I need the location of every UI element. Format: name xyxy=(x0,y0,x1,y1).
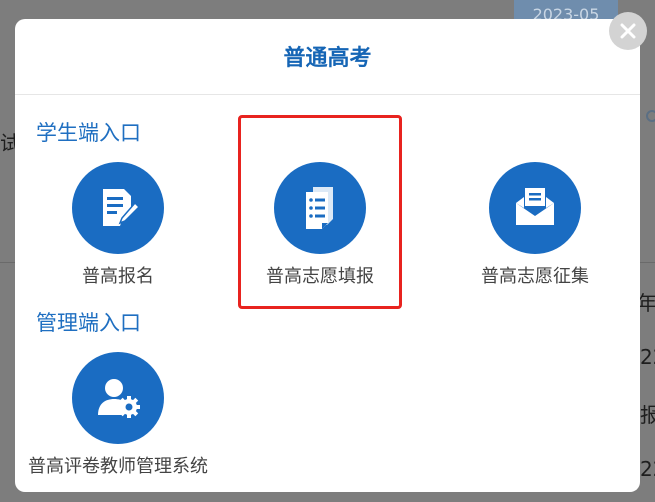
tile-teacher-management[interactable]: 普高评卷教师管理系统 xyxy=(18,352,218,478)
highlight-annotation-box xyxy=(238,115,402,309)
tile-volunteer-collection[interactable]: 普高志愿征集 xyxy=(435,162,635,288)
registration-icon-circle[interactable] xyxy=(72,162,164,254)
tile-registration-label: 普高报名 xyxy=(82,266,154,287)
modal-divider xyxy=(15,94,640,95)
close-icon xyxy=(620,23,636,39)
tile-teacher-management-label: 普高评卷教师管理系统 xyxy=(28,456,208,477)
student-section-label: 学生端入口 xyxy=(36,121,141,145)
volunteer-collection-icon-circle[interactable] xyxy=(489,162,581,254)
exam-entry-modal: 普通高考 学生端入口 普高报名 普高志愿填报 普高志愿征集 管理端入口 普高评卷… xyxy=(15,19,640,492)
background-right-text-2: 22 xyxy=(640,345,655,369)
teacher-management-icon-circle[interactable] xyxy=(72,352,164,444)
background-right-text-3: 报考 xyxy=(640,403,655,427)
tile-registration[interactable]: 普高报名 xyxy=(18,162,218,288)
mail-envelope-icon xyxy=(516,188,554,225)
user-gear-icon xyxy=(98,379,140,418)
background-right-text-4: 22 xyxy=(640,457,655,481)
admin-section-label: 管理端入口 xyxy=(36,311,141,335)
background-dot xyxy=(646,110,655,122)
document-edit-icon xyxy=(103,189,141,226)
modal-title: 普通高考 xyxy=(283,46,372,71)
tile-volunteer-collection-label: 普高志愿征集 xyxy=(481,266,589,287)
close-button[interactable] xyxy=(609,12,647,50)
